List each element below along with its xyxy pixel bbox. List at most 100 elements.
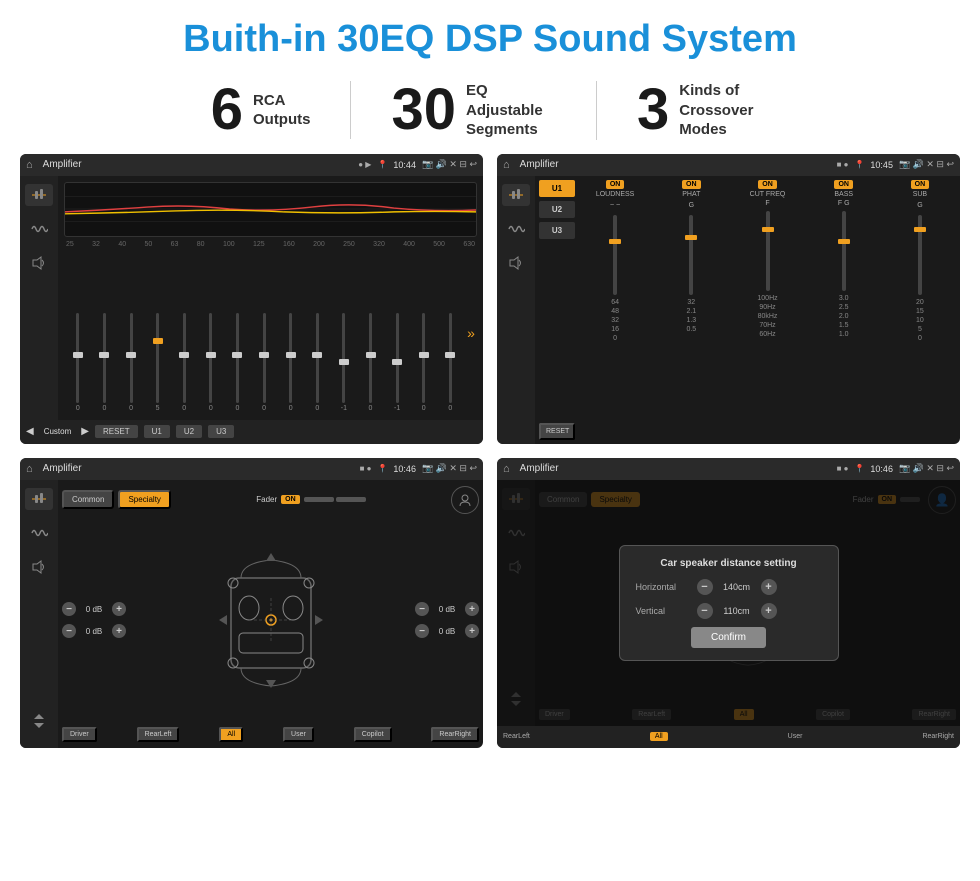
xo-slider-cutfreq[interactable] bbox=[766, 211, 770, 291]
eq-slider-10[interactable]: -1 bbox=[332, 313, 356, 412]
confirm-button[interactable]: Confirm bbox=[691, 627, 766, 648]
sidebar-arrows-icon-3[interactable] bbox=[25, 710, 53, 732]
home-icon-4[interactable]: ⌂ bbox=[503, 463, 510, 475]
vol-plus-tl[interactable]: + bbox=[112, 602, 126, 616]
home-icon-2[interactable]: ⌂ bbox=[503, 159, 510, 171]
dialog-horizontal-plus[interactable]: + bbox=[761, 579, 777, 595]
rearright-btn[interactable]: RearRight bbox=[431, 727, 479, 742]
xo-label-sub: SUB bbox=[913, 191, 927, 198]
preset-u2[interactable]: U2 bbox=[539, 201, 575, 218]
location-icon-1: 📍 bbox=[377, 160, 387, 169]
back-icon[interactable]: ◀ bbox=[26, 426, 34, 437]
eq-slider-1[interactable]: 0 bbox=[93, 313, 117, 412]
vol-minus-br[interactable]: − bbox=[415, 624, 429, 638]
play-icon[interactable]: ▶ bbox=[81, 426, 89, 437]
eq-slider-4[interactable]: 0 bbox=[172, 313, 196, 412]
stat-item-2: 3 Kinds of Crossover Modes bbox=[597, 81, 809, 140]
specialty-tab[interactable]: Specialty bbox=[118, 490, 170, 509]
eq-slider-2[interactable]: 0 bbox=[119, 313, 143, 412]
vol-minus-bl[interactable]: − bbox=[62, 624, 76, 638]
xo-channel-cutfreq: ON CUT FREQ F 100Hz 90Hz 80kHz 70Hz 60Hz bbox=[731, 180, 803, 440]
eq-main: 25 32 40 50 63 80 100 125 160 200 250 32… bbox=[58, 176, 483, 420]
crossover-controls: ON LOUDNESS ~ ~ 64 48 32 16 0 bbox=[579, 180, 956, 440]
user-icon-circle[interactable] bbox=[451, 486, 479, 514]
page-title: Buith-in 30EQ DSP Sound System bbox=[0, 0, 980, 71]
stat-number-0: 6 bbox=[211, 81, 243, 139]
xo-slider-bass[interactable] bbox=[842, 211, 846, 291]
eq-slider-7[interactable]: 0 bbox=[252, 313, 276, 412]
xo-toggle-loudness[interactable]: ON bbox=[606, 180, 625, 189]
driver-btn[interactable]: Driver bbox=[62, 727, 97, 742]
u3-button[interactable]: U3 bbox=[208, 425, 234, 438]
vol-plus-br[interactable]: + bbox=[465, 624, 479, 638]
status-dot-4: ■ ● bbox=[837, 464, 849, 473]
xo-slider-loudness[interactable] bbox=[613, 215, 617, 295]
eq-slider-6[interactable]: 0 bbox=[226, 313, 250, 412]
crossover-presets: U1 U2 U3 RESET bbox=[539, 180, 575, 440]
eq-more-icon[interactable]: » bbox=[467, 325, 475, 341]
u1-button[interactable]: U1 bbox=[144, 425, 170, 438]
sidebar-wave-icon[interactable] bbox=[25, 218, 53, 240]
eq-slider-8[interactable]: 0 bbox=[279, 313, 303, 412]
sidebar-speaker-icon-3[interactable] bbox=[25, 556, 53, 578]
location-icon-2: 📍 bbox=[854, 160, 864, 169]
eq-graph bbox=[64, 182, 477, 237]
dialog-title: Car speaker distance setting bbox=[636, 558, 822, 569]
xo-label-bass: BASS bbox=[834, 191, 853, 198]
vol-minus-tr[interactable]: − bbox=[415, 602, 429, 616]
sidebar-wave-icon-2[interactable] bbox=[502, 218, 530, 240]
vol-value-tr: 0 dB bbox=[433, 605, 461, 614]
xo-toggle-sub[interactable]: ON bbox=[911, 180, 930, 189]
dialog-row-horizontal: Horizontal − 140cm + bbox=[636, 579, 822, 595]
eq-slider-9[interactable]: 0 bbox=[305, 313, 329, 412]
dialog-vertical-plus[interactable]: + bbox=[761, 603, 777, 619]
eq-slider-3[interactable]: 5 bbox=[146, 313, 170, 412]
vol-plus-bl[interactable]: + bbox=[112, 624, 126, 638]
fader-toggle[interactable]: ON bbox=[281, 495, 300, 504]
sidebar-eq-icon[interactable] bbox=[25, 184, 53, 206]
vol-value-bl: 0 dB bbox=[80, 627, 108, 636]
preset-u3[interactable]: U3 bbox=[539, 222, 575, 239]
crossover-reset-btn[interactable]: RESET bbox=[539, 423, 575, 440]
eq-slider-11[interactable]: 0 bbox=[359, 313, 383, 412]
sidebar-eq-icon-2[interactable] bbox=[502, 184, 530, 206]
screen-content-1: 25 32 40 50 63 80 100 125 160 200 250 32… bbox=[20, 176, 483, 420]
eq-slider-5[interactable]: 0 bbox=[199, 313, 223, 412]
xo-toggle-bass[interactable]: ON bbox=[834, 180, 853, 189]
dialog-vertical-minus[interactable]: − bbox=[697, 603, 713, 619]
xo-toggle-phat[interactable]: ON bbox=[682, 180, 701, 189]
eq-slider-12[interactable]: -1 bbox=[385, 313, 409, 412]
eq-slider-0[interactable]: 0 bbox=[66, 313, 90, 412]
status-dot-3: ■ ● bbox=[360, 464, 372, 473]
sidebar-speaker-icon-2[interactable] bbox=[502, 252, 530, 274]
xo-toggle-cutfreq[interactable]: ON bbox=[758, 180, 777, 189]
home-icon-1[interactable]: ⌂ bbox=[26, 159, 33, 171]
copilot-btn[interactable]: Copilot bbox=[354, 727, 392, 742]
u2-button[interactable]: U2 bbox=[176, 425, 202, 438]
reset-button[interactable]: RESET bbox=[95, 425, 138, 438]
sidebar-eq-icon-3[interactable] bbox=[25, 488, 53, 510]
stat-label-1: EQ Adjustable Segments bbox=[466, 81, 556, 140]
sidebar-speaker-icon[interactable] bbox=[25, 252, 53, 274]
sidebar-wave-icon-3[interactable] bbox=[25, 522, 53, 544]
vol-minus-tl[interactable]: − bbox=[62, 602, 76, 616]
xo-slider-phat[interactable] bbox=[689, 215, 693, 295]
rearleft-btn[interactable]: RearLeft bbox=[137, 727, 180, 742]
xo-channel-bass: ON BASS FG 3.0 2.5 2.0 1.5 1.0 bbox=[808, 180, 880, 440]
status-bar-4: ⌂ Amplifier ■ ● 📍 10:46 📷 🔊 ✕ ⊟ ↩ bbox=[497, 458, 960, 480]
time-4: 10:46 bbox=[870, 464, 893, 474]
car-diagram bbox=[132, 548, 409, 693]
eq-slider-14[interactable]: 0 bbox=[439, 313, 463, 412]
eq-slider-13[interactable]: 0 bbox=[412, 313, 436, 412]
dialog-horizontal-minus[interactable]: − bbox=[697, 579, 713, 595]
home-icon-3[interactable]: ⌂ bbox=[26, 463, 33, 475]
user-btn[interactable]: User bbox=[283, 727, 314, 742]
screen-sidebar-3 bbox=[20, 480, 58, 748]
dialog-horizontal-value: 140cm bbox=[719, 582, 755, 592]
preset-u1[interactable]: U1 bbox=[539, 180, 575, 197]
all-btn[interactable]: All bbox=[219, 727, 243, 742]
vol-plus-tr[interactable]: + bbox=[465, 602, 479, 616]
stat-item-1: 30 EQ Adjustable Segments bbox=[351, 81, 597, 140]
common-tab[interactable]: Common bbox=[62, 490, 114, 509]
xo-slider-sub[interactable] bbox=[918, 215, 922, 295]
